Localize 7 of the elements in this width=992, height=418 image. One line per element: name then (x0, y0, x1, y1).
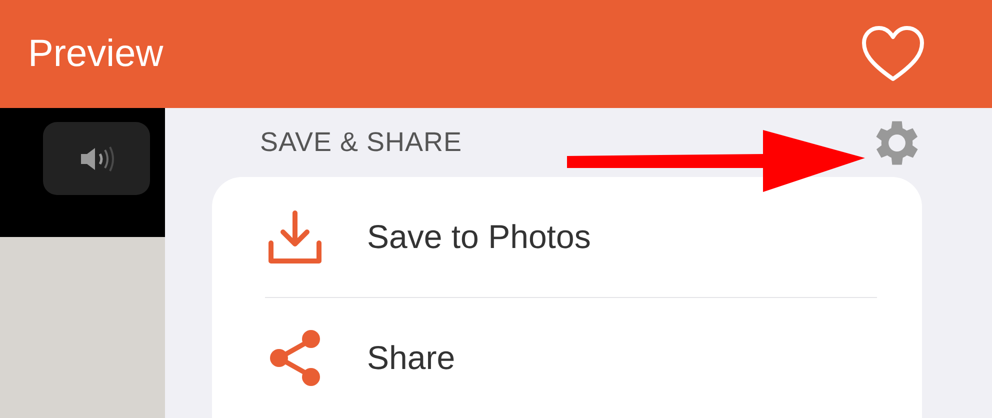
volume-button[interactable] (43, 122, 150, 195)
favorite-button[interactable] (860, 25, 926, 83)
heart-icon (860, 25, 926, 83)
section-title: SAVE & SHARE (260, 127, 462, 158)
action-item[interactable]: Share (367, 339, 456, 377)
action-item[interactable]: Save to Photos (367, 218, 591, 256)
header-title: Preview (28, 32, 164, 76)
